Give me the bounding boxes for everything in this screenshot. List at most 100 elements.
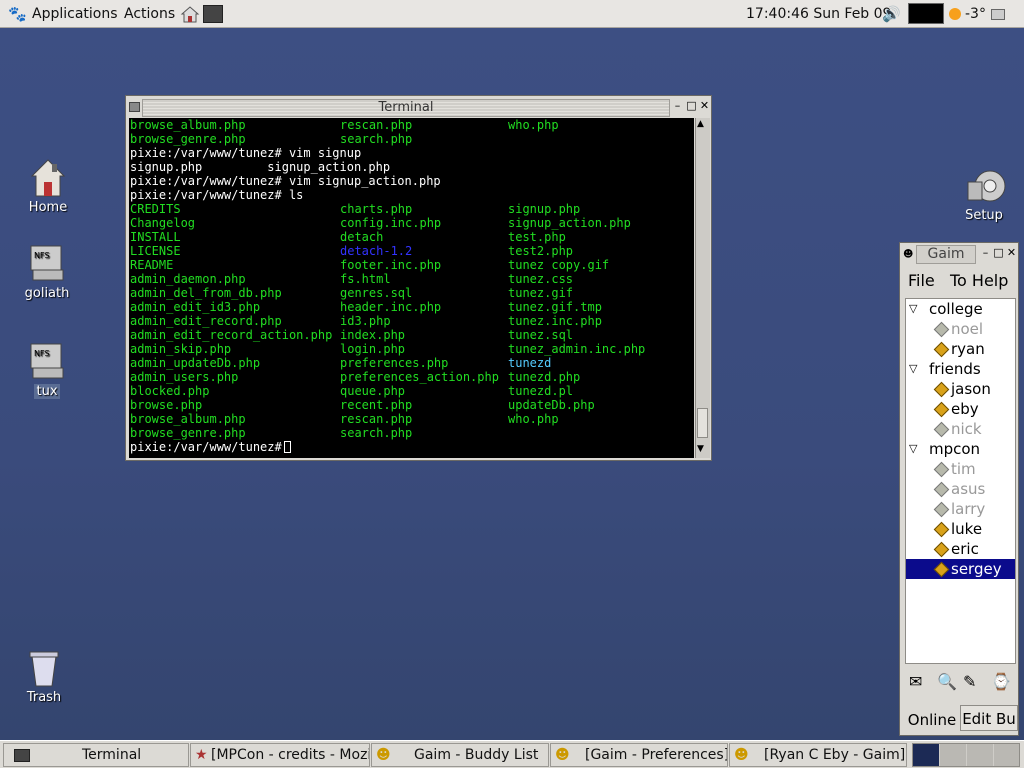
tab-online[interactable]: Online: [904, 708, 960, 732]
file-name: admin_edit_id3.php: [130, 300, 261, 314]
gnome-foot-icon[interactable]: 🐾: [8, 5, 27, 23]
gaim-buddy-list-window[interactable]: ☻ Gaim – □ ✕ File To Help ▽ college noel ry…: [899, 242, 1019, 736]
terminal-text: pixie:/var/www/tunez# vim signup_action.…: [130, 174, 441, 188]
svg-text:NFS: NFS: [34, 349, 50, 358]
gaim-minimize-button[interactable]: –: [980, 247, 991, 259]
trash-desktop-icon[interactable]: Trash: [4, 646, 84, 705]
task-gaim-buddy-list[interactable]: ☻ Gaim - Buddy List: [371, 743, 549, 767]
window-menu-icon[interactable]: [129, 102, 140, 112]
info-icon[interactable]: 🔍: [937, 672, 957, 691]
terminal-text: signup.php signup_action.php: [130, 160, 391, 174]
scroll-thumb[interactable]: [697, 408, 708, 438]
setup-desktop-icon[interactable]: Setup: [944, 164, 1024, 223]
task-label: [Ryan C Eby - Gaim]: [764, 747, 906, 763]
weather-temp[interactable]: -3°: [965, 6, 986, 22]
terminal-line: admin_users.php preferences_action.php tun…: [129, 370, 694, 384]
buddy-row[interactable]: ryan: [906, 339, 1015, 359]
file-name: LICENSE: [130, 244, 181, 258]
task-gaim-conversation[interactable]: ☻ [Ryan C Eby - Gaim]: [729, 743, 907, 767]
scroll-down-arrow[interactable]: ▼: [697, 444, 704, 454]
im-icon[interactable]: ✉: [909, 672, 922, 691]
buddy-group[interactable]: ▽ college: [906, 299, 1015, 319]
terminal-text: pixie:/var/www/tunez# vim signup: [130, 146, 362, 160]
applications-menu[interactable]: Applications: [32, 6, 118, 22]
terminal-line: admin_skip.php login.php tunez_admin.inc.p…: [129, 342, 694, 356]
file-name: who.php: [508, 118, 559, 132]
close-button[interactable]: ✕: [699, 100, 710, 112]
buddy-row[interactable]: tim: [906, 459, 1015, 479]
terminal-output[interactable]: browse_album.php rescan.php who.php browse_…: [129, 118, 694, 458]
terminal-line: INSTALL detach test.php: [129, 230, 694, 244]
task-label: Terminal: [82, 747, 142, 763]
goliath-desktop-icon[interactable]: NFS goliath: [7, 242, 87, 301]
gaim-close-button[interactable]: ✕: [1006, 247, 1017, 259]
gaim-maximize-button[interactable]: □: [993, 247, 1004, 259]
expander-icon[interactable]: ▽: [909, 359, 917, 379]
buddy-row[interactable]: noel: [906, 319, 1015, 339]
terminal-line: admin_daemon.php fs.html tunez.css: [129, 272, 694, 286]
workspace-1[interactable]: [913, 744, 939, 766]
expander-icon[interactable]: ▽: [909, 299, 917, 319]
terminal-window[interactable]: Terminal – □ ✕ browse_album.php rescan.ph…: [125, 95, 712, 461]
file-name: browse.php: [130, 398, 203, 412]
bottom-panel: Terminal ★ [MPCon - credits - Mozilla ☻ …: [0, 740, 1024, 768]
buddy-row[interactable]: asus: [906, 479, 1015, 499]
terminal-line: admin_edit_id3.php header.inc.php tunez.gi…: [129, 300, 694, 314]
file-name: preferences_action.php: [340, 370, 499, 384]
trash-icon: [24, 646, 64, 690]
home-desktop-icon[interactable]: Home: [8, 156, 88, 215]
workspace-2[interactable]: [940, 744, 966, 766]
help-menu[interactable]: To Help: [950, 271, 1008, 290]
file-name: signup.php: [508, 202, 581, 216]
tux-desktop-icon[interactable]: NFS tux: [7, 340, 87, 399]
tab-edit-buddies[interactable]: Edit Bu: [960, 705, 1018, 731]
away-icon[interactable]: ⌚: [991, 672, 1011, 691]
buddy-row[interactable]: eby: [906, 399, 1015, 419]
buddy-row[interactable]: larry: [906, 499, 1015, 519]
gaim-window-icon[interactable]: ☻: [903, 249, 913, 260]
buddy-row[interactable]: nick: [906, 419, 1015, 439]
keyboard-icon[interactable]: [991, 9, 1005, 20]
file-name: tunezd.php: [508, 370, 581, 384]
buddy-list[interactable]: ▽ college noel ryan ▽ friends jason eby nick ▽ mpc…: [905, 298, 1016, 664]
terminal-scrollbar[interactable]: ▲ ▼: [695, 118, 710, 458]
buddy-name: noel: [951, 320, 984, 338]
scroll-up-arrow[interactable]: ▲: [697, 119, 704, 129]
actions-menu[interactable]: Actions: [124, 6, 175, 22]
gaim-task-icon: ☻: [376, 747, 391, 763]
file-name: INSTALL: [130, 230, 181, 244]
file-name: updateDb.php: [508, 398, 595, 412]
terminal-launcher-icon[interactable]: [203, 5, 223, 23]
buddy-row[interactable]: sergey: [906, 559, 1015, 579]
terminal-line: pixie:/var/www/tunez# vim signup: [129, 146, 694, 160]
expander-icon[interactable]: ▽: [909, 439, 917, 459]
online-buddy-icon: [933, 521, 950, 538]
buddy-group[interactable]: ▽ mpcon: [906, 439, 1015, 459]
offline-buddy-icon: [933, 461, 950, 478]
buddy-row[interactable]: eric: [906, 539, 1015, 559]
buddy-name: sergey: [951, 560, 1002, 578]
home-label: Home: [28, 200, 68, 215]
workspace-switcher[interactable]: [912, 743, 1020, 767]
workspace-3[interactable]: [967, 744, 993, 766]
terminal-titlebar[interactable]: Terminal – □ ✕: [126, 96, 711, 118]
chat-icon[interactable]: ✎: [963, 672, 976, 691]
clock[interactable]: 17:40:46 Sun Feb 09: [746, 6, 891, 22]
task-mozilla[interactable]: ★ [MPCon - credits - Mozilla: [190, 743, 370, 767]
buddy-group[interactable]: ▽ friends: [906, 359, 1015, 379]
gaim-toolbar: ✉ 🔍 ✎ ⌚: [905, 670, 1017, 696]
terminal-line: blocked.php queue.php tunezd.pl: [129, 384, 694, 398]
minimize-button[interactable]: –: [672, 100, 683, 112]
maximize-button[interactable]: □: [686, 100, 697, 112]
task-gaim-preferences[interactable]: ☻ [Gaim - Preferences]: [550, 743, 728, 767]
buddy-name: ryan: [951, 340, 985, 358]
home-launcher-icon[interactable]: [180, 4, 200, 24]
file-menu[interactable]: File: [908, 271, 935, 290]
buddy-row[interactable]: jason: [906, 379, 1015, 399]
buddy-row[interactable]: luke: [906, 519, 1015, 539]
task-terminal[interactable]: Terminal: [3, 743, 189, 767]
cpu-monitor[interactable]: [908, 3, 944, 24]
file-name: preferences.php: [340, 356, 449, 370]
volume-icon[interactable]: 🔊: [882, 5, 901, 23]
workspace-4[interactable]: [994, 744, 1019, 766]
